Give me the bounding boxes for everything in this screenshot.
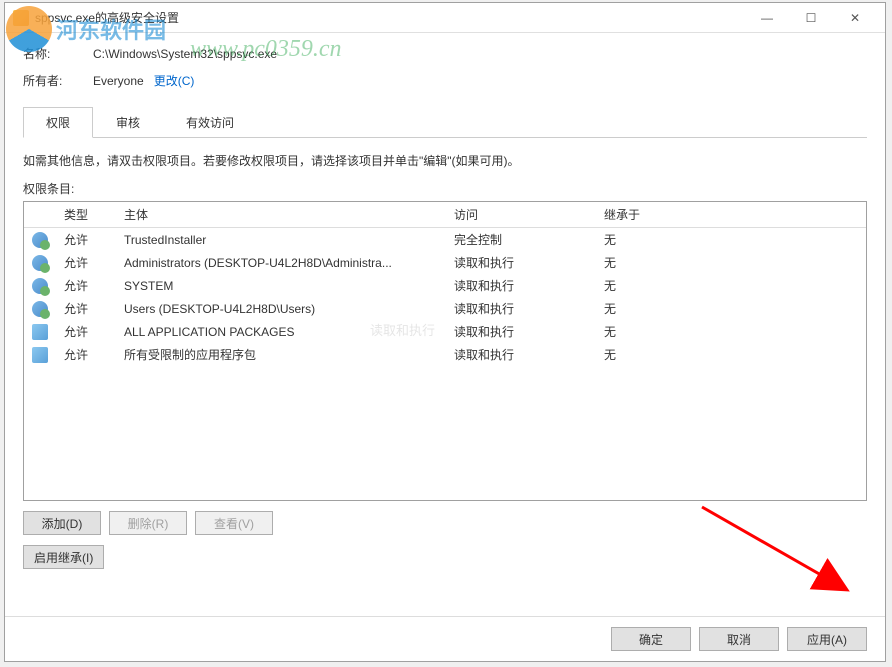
cell-access: 读取和执行	[446, 320, 596, 343]
maximize-button[interactable]: ☐	[789, 4, 833, 32]
tab-audit[interactable]: 审核	[93, 107, 163, 137]
col-access-header[interactable]: 访问	[446, 202, 596, 228]
cell-access: 读取和执行	[446, 297, 596, 320]
apply-button[interactable]: 应用(A)	[787, 627, 867, 651]
cell-inherited: 无	[596, 297, 866, 320]
info-text: 如需其他信息，请双击权限项目。若要修改权限项目，请选择该项目并单击"编辑"(如果…	[23, 152, 867, 170]
cell-access: 读取和执行	[446, 274, 596, 297]
table-row[interactable]: 允许Administrators (DESKTOP-U4L2H8D\Admini…	[24, 251, 866, 274]
cell-type: 允许	[56, 251, 116, 274]
cell-principal: Users (DESKTOP-U4L2H8D\Users)	[116, 297, 446, 320]
principal-icon	[32, 347, 48, 363]
entries-label: 权限条目:	[23, 180, 867, 197]
principal-icon	[32, 324, 48, 340]
add-button[interactable]: 添加(D)	[23, 511, 101, 535]
view-button[interactable]: 查看(V)	[195, 511, 273, 535]
change-owner-link[interactable]: 更改(C)	[154, 72, 195, 89]
cell-principal: TrustedInstaller	[116, 228, 446, 252]
cancel-button[interactable]: 取消	[699, 627, 779, 651]
permissions-table: 类型 主体 访问 继承于 允许TrustedInstaller完全控制无允许Ad…	[24, 202, 866, 366]
table-row[interactable]: 允许所有受限制的应用程序包读取和执行无	[24, 343, 866, 366]
principal-icon	[32, 232, 48, 248]
cell-principal: ALL APPLICATION PACKAGES	[116, 320, 446, 343]
enable-inherit-button[interactable]: 启用继承(I)	[23, 545, 104, 569]
dialog-footer: 确定 取消 应用(A)	[5, 616, 885, 661]
principal-icon	[32, 301, 48, 317]
owner-value: Everyone	[93, 74, 144, 88]
col-inherited-header[interactable]: 继承于	[596, 202, 866, 228]
minimize-button[interactable]: —	[745, 4, 789, 32]
principal-icon	[32, 255, 48, 271]
cell-type: 允许	[56, 274, 116, 297]
cell-access: 读取和执行	[446, 251, 596, 274]
cell-access: 读取和执行	[446, 343, 596, 366]
cell-type: 允许	[56, 343, 116, 366]
col-type-header[interactable]: 类型	[56, 202, 116, 228]
cell-inherited: 无	[596, 251, 866, 274]
table-row[interactable]: 允许TrustedInstaller完全控制无	[24, 228, 866, 252]
table-row[interactable]: 允许ALL APPLICATION PACKAGES读取和执行无	[24, 320, 866, 343]
cell-type: 允许	[56, 297, 116, 320]
close-button[interactable]: ✕	[833, 4, 877, 32]
col-principal-header[interactable]: 主体	[116, 202, 446, 228]
delete-button[interactable]: 删除(R)	[109, 511, 187, 535]
tab-permissions[interactable]: 权限	[23, 107, 93, 138]
dialog-window: sppsvc.exe的高级安全设置 — ☐ ✕ 名称: C:\Windows\S…	[4, 2, 886, 662]
table-row[interactable]: 允许SYSTEM读取和执行无	[24, 274, 866, 297]
cell-principal: 所有受限制的应用程序包	[116, 343, 446, 366]
tabs: 权限 审核 有效访问	[23, 107, 867, 138]
owner-label: 所有者:	[23, 72, 93, 89]
app-icon	[13, 10, 29, 26]
tab-effective-access[interactable]: 有效访问	[163, 107, 257, 137]
principal-icon	[32, 278, 48, 294]
cell-type: 允许	[56, 228, 116, 252]
titlebar: sppsvc.exe的高级安全设置 — ☐ ✕	[5, 3, 885, 33]
window-title: sppsvc.exe的高级安全设置	[35, 9, 745, 26]
name-label: 名称:	[23, 45, 93, 62]
cell-inherited: 无	[596, 274, 866, 297]
ok-button[interactable]: 确定	[611, 627, 691, 651]
cell-type: 允许	[56, 320, 116, 343]
cell-inherited: 无	[596, 228, 866, 252]
cell-inherited: 无	[596, 320, 866, 343]
table-row[interactable]: 允许Users (DESKTOP-U4L2H8D\Users)读取和执行无	[24, 297, 866, 320]
cell-access: 完全控制	[446, 228, 596, 252]
name-value: C:\Windows\System32\sppsvc.exe	[93, 47, 277, 61]
cell-principal: SYSTEM	[116, 274, 446, 297]
cell-inherited: 无	[596, 343, 866, 366]
col-icon-header[interactable]	[24, 202, 56, 228]
cell-principal: Administrators (DESKTOP-U4L2H8D\Administ…	[116, 251, 446, 274]
permissions-table-container: 类型 主体 访问 继承于 允许TrustedInstaller完全控制无允许Ad…	[23, 201, 867, 501]
